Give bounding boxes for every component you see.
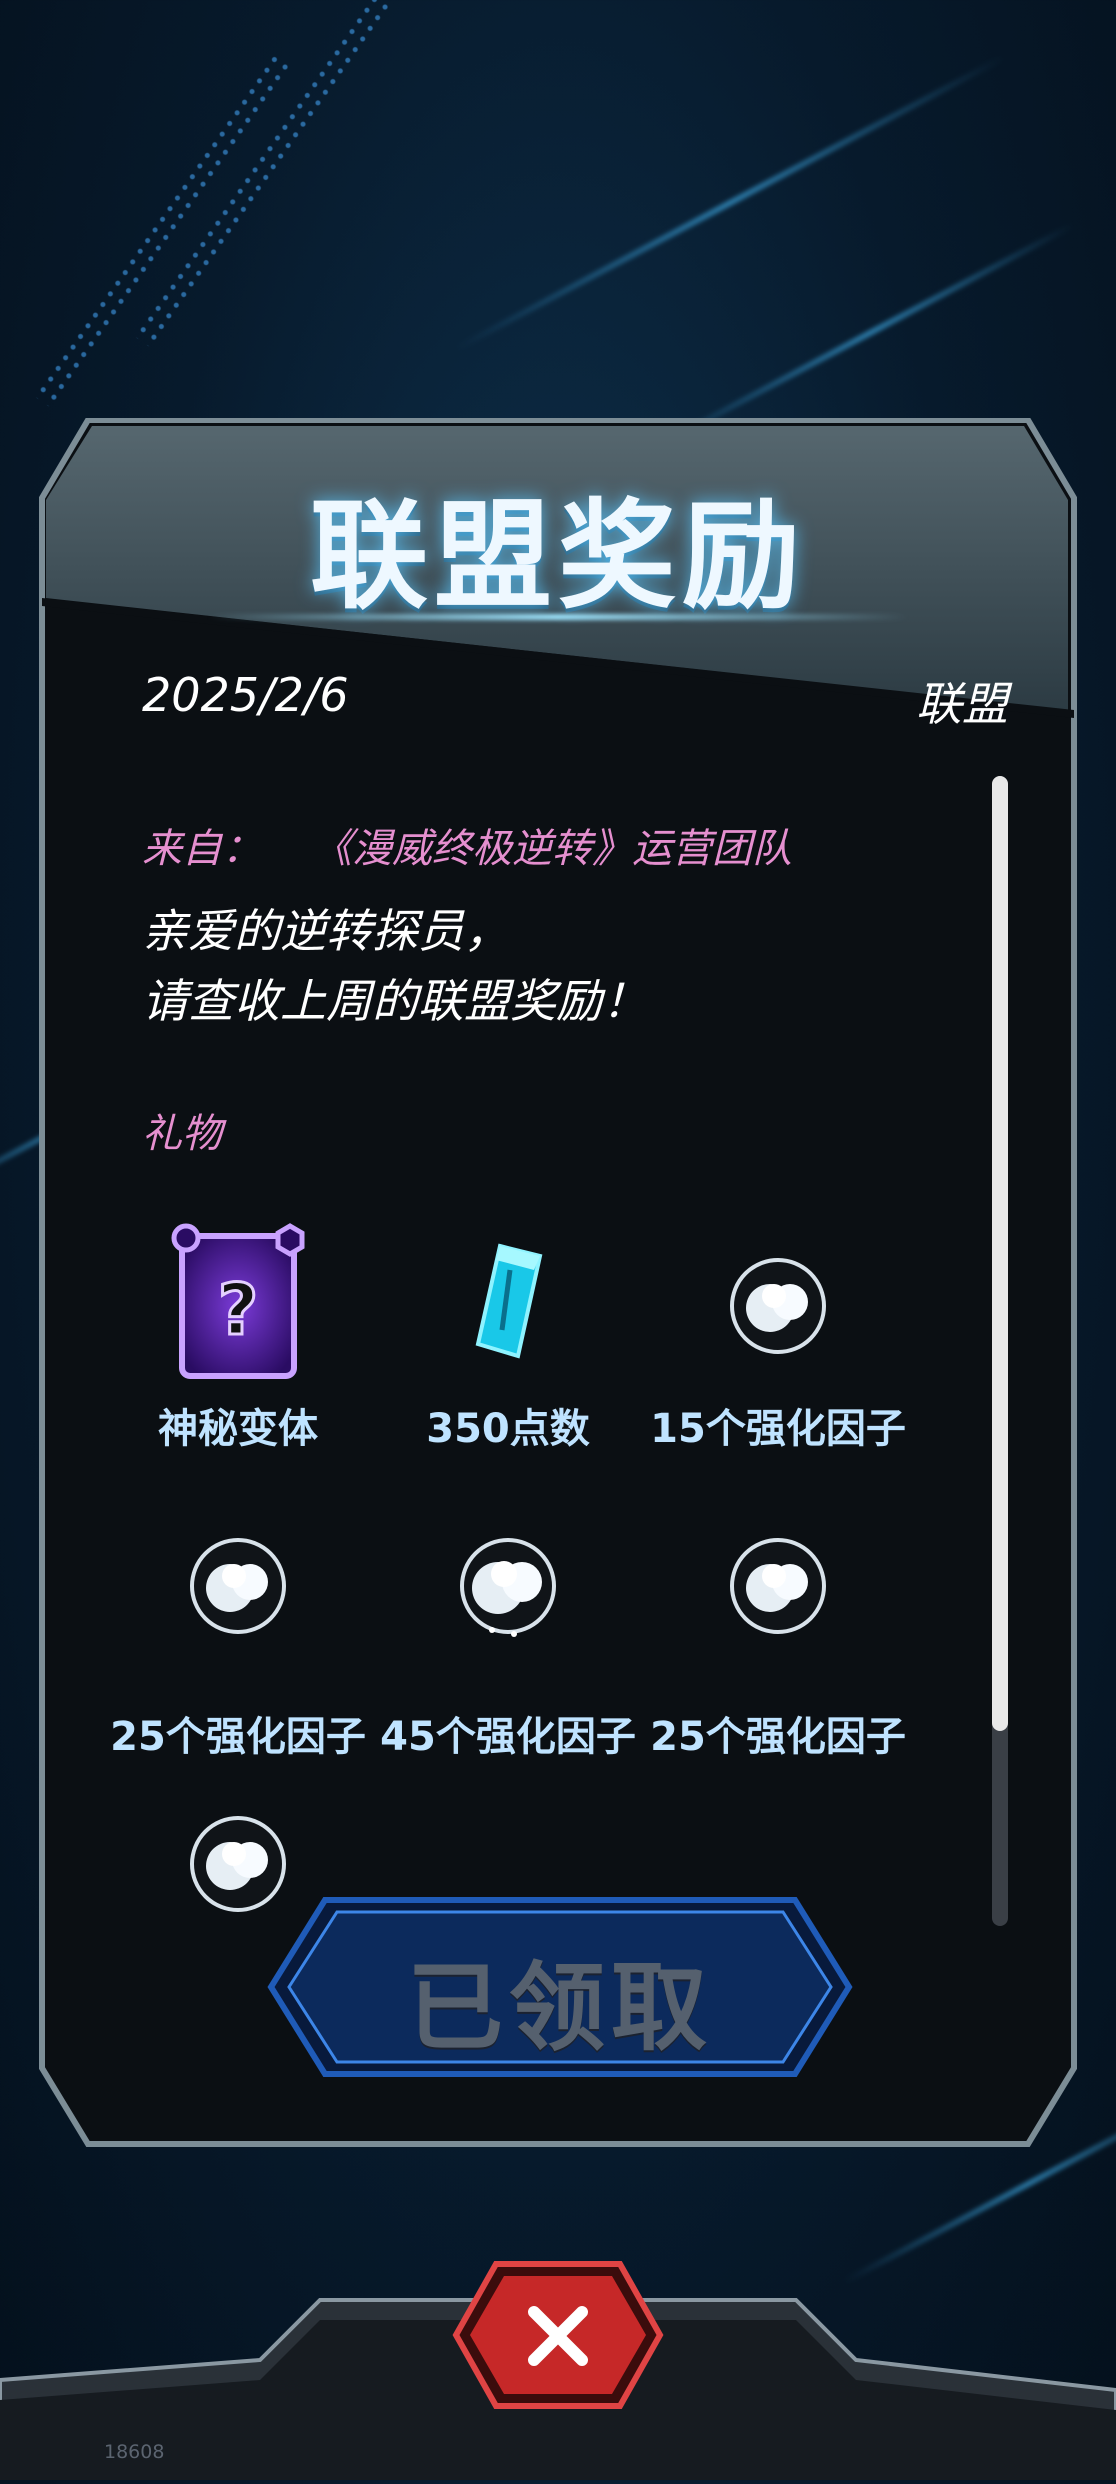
reward-item[interactable]: 45个强化因子	[373, 1526, 643, 1762]
reward-item[interactable]: 15个强化因子	[643, 1246, 913, 1454]
gifts-label: 礼物	[142, 1111, 222, 1157]
svg-text:?: ?	[218, 1269, 259, 1351]
close-button[interactable]	[452, 2260, 664, 2410]
mail-panel: 联盟奖励 2025/2/6 联盟 来自： 《漫威终极逆转》运营团队 亲爱的逆转探员…	[38, 418, 1078, 2148]
boost-factor-orb-icon	[448, 1526, 568, 1646]
mail-content[interactable]: 来自： 《漫威终极逆转》运营团队 亲爱的逆转探员， 请查收上周的联盟奖励！ 礼物 …	[100, 756, 1000, 2026]
boost-factor-orb-icon	[178, 1526, 298, 1646]
reward-label: 25个强化因子	[650, 1714, 906, 1760]
sender-line: 来自： 《漫威终极逆转》运营团队	[142, 816, 792, 874]
greeting-line: 亲爱的逆转探员，	[142, 904, 510, 958]
message-line: 请查收上周的联盟奖励！	[142, 974, 648, 1028]
content-scrollbar[interactable]	[992, 776, 1008, 1926]
reward-item[interactable]: 350点数	[373, 1243, 643, 1454]
background-dots	[131, 0, 395, 350]
reward-item[interactable]: 25个强化因子	[103, 1526, 373, 1762]
dialog-title: 联盟奖励	[309, 487, 806, 625]
boost-factor-orb-icon	[718, 1526, 838, 1646]
blue-credits-crystal-icon	[448, 1243, 568, 1366]
reward-label: 25个强化因子	[110, 1714, 366, 1760]
background-dots	[31, 50, 295, 410]
claimed-button[interactable]: 已领取	[265, 1892, 855, 2082]
mail-date: 2025/2/6	[142, 668, 349, 722]
reward-label: 神秘变体	[158, 1406, 318, 1452]
scrollbar-thumb[interactable]	[992, 776, 1008, 1731]
reward-item[interactable]: 25个强化因子	[643, 1526, 913, 1762]
mail-body: 亲爱的逆转探员， 请查收上周的联盟奖励！	[142, 896, 648, 1036]
footer-id: 18608	[104, 2441, 165, 2463]
mail-category: 联盟	[916, 677, 1008, 731]
mystery-variant-card-icon: ?	[171, 1223, 305, 1379]
boost-factor-orb-icon	[718, 1246, 838, 1366]
reward-item[interactable]: ? 神秘变体	[103, 1223, 373, 1454]
background-streak	[665, 222, 1075, 444]
reward-label: 45个强化因子	[380, 1714, 636, 1760]
claimed-button-label: 已领取	[407, 1952, 713, 2064]
reward-label: 350点数	[426, 1406, 590, 1452]
reward-label: 15个强化因子	[650, 1406, 906, 1452]
sender-name: 《漫威终极逆转》运营团队	[312, 826, 792, 872]
title-underline-glow	[208, 614, 908, 620]
from-label: 来自：	[142, 826, 262, 872]
